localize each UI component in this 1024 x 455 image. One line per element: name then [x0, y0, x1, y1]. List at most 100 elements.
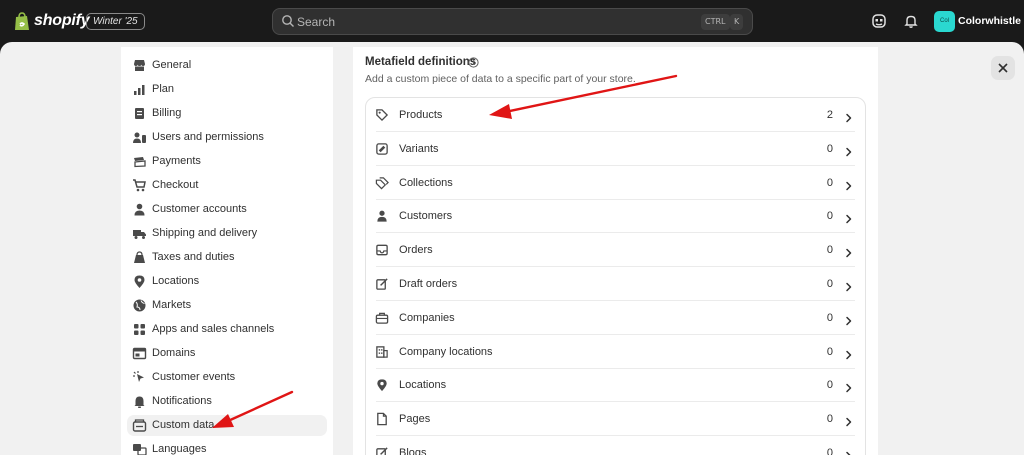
section-subtitle: Add a custom piece of data to a specific… [365, 73, 636, 85]
tax-bag-icon [132, 250, 147, 265]
sidebar-item-taxes-and-duties[interactable]: Taxes and duties [127, 247, 327, 268]
sidebar-item-customer-accounts[interactable]: Customer accounts [127, 199, 327, 220]
sidebar-item-plan[interactable]: Plan [127, 79, 327, 100]
blog-icon [375, 446, 389, 455]
plan-chart-icon [132, 82, 147, 97]
sidebar-item-label: Shipping and delivery [152, 227, 258, 239]
metafield-row-locations[interactable]: Locations 0 [366, 368, 865, 403]
store-avatar[interactable]: Col [934, 11, 955, 32]
globe-icon [132, 298, 147, 313]
chevron-right-icon [844, 414, 853, 432]
metafield-row-label: Collections [399, 176, 453, 189]
metafield-count: 0 [826, 176, 833, 189]
metafield-row-label: Blogs [399, 447, 427, 455]
settings-sidebar: General Plan Billing Users and permissions P… [121, 47, 333, 455]
location-pin-icon [132, 274, 147, 289]
sidebar-item-languages[interactable]: Languages [127, 439, 327, 455]
chevron-right-icon [844, 211, 853, 229]
sidebar-item-label: Taxes and duties [152, 251, 235, 263]
sidebar-item-label: Customer accounts [152, 203, 247, 215]
metafield-count: 0 [826, 413, 833, 426]
draft-order-icon [375, 277, 389, 291]
sidebar-item-notifications[interactable]: Notifications [127, 391, 327, 412]
sidebar-item-locations[interactable]: Locations [127, 271, 327, 292]
metafield-row-products[interactable]: Products 2 [366, 98, 865, 132]
chevron-right-icon [844, 448, 853, 455]
sidebar-item-label: Customer events [152, 371, 236, 383]
sidebar-item-label: Billing [152, 107, 182, 119]
metafield-row-companies[interactable]: Companies 0 [366, 301, 865, 335]
domains-icon [132, 346, 147, 361]
metafield-row-customers[interactable]: Customers 0 [366, 199, 865, 234]
cart-icon [132, 178, 147, 193]
info-icon[interactable] [468, 55, 479, 73]
chevron-right-icon [844, 347, 853, 365]
metafield-row-label: Locations [399, 379, 447, 392]
shopify-bag-icon [14, 11, 30, 31]
tag-icon [375, 108, 389, 122]
billing-icon [132, 106, 147, 121]
metafield-row-orders[interactable]: Orders 0 [366, 233, 865, 268]
sidebar-item-apps-and-sales-channels[interactable]: Apps and sales channels [127, 319, 327, 340]
sidebar-item-label: Notifications [152, 395, 212, 407]
sidebar-item-label: Custom data [152, 419, 215, 431]
close-icon [998, 63, 1008, 73]
bell-icon [132, 394, 147, 409]
sidebar-item-domains[interactable]: Domains [127, 343, 327, 364]
metafield-count: 0 [826, 379, 833, 392]
sidebar-item-payments[interactable]: Payments [127, 151, 327, 172]
metafield-count: 2 [826, 109, 833, 121]
sidebar-item-label: Locations [152, 275, 200, 287]
sidebar-item-checkout[interactable]: Checkout [127, 175, 327, 196]
sidebar-item-markets[interactable]: Markets [127, 295, 327, 316]
store-icon [132, 58, 147, 73]
metafield-row-label: Companies [399, 311, 455, 324]
metafield-count: 0 [826, 244, 833, 257]
sidebar-item-users-and-permissions[interactable]: Users and permissions [127, 127, 327, 148]
chevron-right-icon [844, 279, 853, 297]
search-bar[interactable]: Search CTRL K [272, 8, 753, 35]
cursor-icon [132, 370, 147, 385]
metafield-row-label: Draft orders [399, 278, 458, 290]
variants-icon [375, 142, 389, 156]
metafield-row-company-locations[interactable]: Company locations 0 [366, 335, 865, 369]
sidebar-item-label: Languages [152, 443, 207, 455]
top-bar: shopify Winter '25 Search CTRL K Col Col… [0, 0, 1024, 42]
languages-icon [132, 442, 147, 455]
sidebar-item-label: Plan [152, 83, 175, 95]
metafield-row-pages[interactable]: Pages 0 [366, 402, 865, 437]
custom-data-icon [132, 418, 147, 433]
inbox-icon [375, 243, 389, 257]
sidebar-item-label: Users and permissions [152, 131, 264, 143]
edition-badge[interactable]: Winter '25 [86, 13, 145, 30]
sidekick-icon[interactable] [870, 12, 888, 30]
settings-sheet: General Plan Billing Users and permissions P… [0, 42, 1024, 455]
sidebar-item-label: Markets [152, 299, 192, 311]
close-button[interactable] [991, 56, 1015, 80]
store-name[interactable]: Colorwhistle [958, 15, 1021, 27]
sidebar-item-shipping-and-delivery[interactable]: Shipping and delivery [127, 223, 327, 244]
chevron-right-icon [844, 178, 853, 196]
metafield-row-blogs[interactable]: Blogs 0 [366, 436, 865, 455]
metafield-list: Products 2 Variants 0 Collections 0 Customers 0… [365, 97, 866, 455]
sidebar-item-custom-data[interactable]: Custom data [127, 415, 327, 436]
building-icon [375, 345, 389, 359]
metafield-row-variants[interactable]: Variants 0 [366, 132, 865, 166]
sidebar-item-general[interactable]: General [127, 55, 327, 76]
metafield-row-label: Pages [399, 413, 431, 426]
payments-icon [132, 154, 147, 169]
chevron-right-icon [844, 144, 853, 162]
brand-name: shopify [34, 12, 90, 29]
person-icon [375, 209, 389, 223]
section-title: Metafield definitions [365, 56, 477, 68]
metafield-row-draft-orders[interactable]: Draft orders 0 [366, 267, 865, 301]
metafield-count: 0 [826, 311, 833, 324]
sidebar-item-billing[interactable]: Billing [127, 103, 327, 124]
sidebar-item-customer-events[interactable]: Customer events [127, 367, 327, 388]
briefcase-icon [375, 311, 389, 325]
bell-icon[interactable] [902, 12, 920, 30]
search-icon [281, 14, 295, 33]
shopify-logo[interactable]: shopify [14, 10, 90, 32]
metafield-row-collections[interactable]: Collections 0 [366, 166, 865, 200]
location-pin-icon [375, 378, 389, 392]
